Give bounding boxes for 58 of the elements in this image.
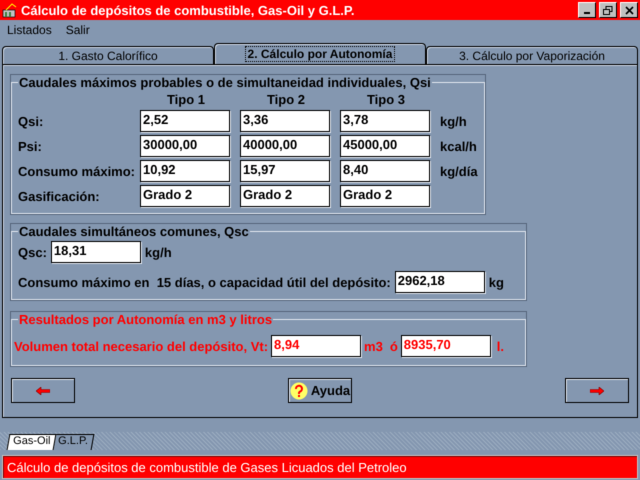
left-arrow-icon [36, 386, 50, 394]
forward-button[interactable] [565, 378, 629, 403]
minimize-button[interactable] [578, 2, 596, 18]
input-field[interactable]: 8,94 [271, 335, 362, 357]
row-label: Gasificación: [18, 188, 101, 204]
unit-label: kcal/h [440, 138, 478, 154]
menu-item[interactable]: Salir [66, 23, 90, 37]
close-button[interactable] [620, 2, 638, 18]
unit-label: kg/día [440, 164, 478, 178]
unit-label: kg/h [440, 114, 468, 128]
menu-item[interactable]: Listados [7, 23, 52, 37]
group-title: Resultados por Autonomía en m3 y litros [18, 312, 274, 327]
group-title: Caudales simultáneos comunes, Qsc [18, 224, 250, 239]
input-field[interactable]: 30000,00 [140, 135, 230, 157]
row-label: Qsi: [18, 114, 44, 128]
column-header: Tipo 3 [366, 92, 406, 107]
restore-icon [603, 6, 613, 14]
input-field[interactable]: 10,92 [140, 160, 230, 182]
sheet-tab[interactable]: Gas-Oil [6, 434, 57, 450]
input-field[interactable]: 45000,00 [340, 135, 430, 157]
field-label: Volumen total necesario del depósito, Vt: [14, 338, 268, 354]
column-header: Tipo 2 [266, 92, 306, 107]
input-field[interactable]: 15,97 [240, 160, 330, 182]
row-label: Consumo máximo: [18, 164, 136, 178]
sheet-tab[interactable]: G.L.P. [52, 434, 94, 450]
right-arrow-icon [590, 386, 604, 394]
unit-label: l. [496, 338, 504, 354]
input-field[interactable]: Grado 2 [240, 185, 330, 207]
help-icon [290, 382, 308, 400]
field-label: Qsc: [18, 244, 47, 260]
window-title: Cálculo de depósitos de combustible, Gas-Oil y G.L.P. [21, 2, 356, 18]
input-field[interactable]: 8935,70 [400, 335, 491, 357]
input-field[interactable]: Grado 2 [140, 185, 230, 207]
unit-label: kg/h [144, 244, 172, 260]
input-field[interactable]: 40000,00 [240, 135, 330, 157]
input-field[interactable]: 18,31 [50, 241, 141, 263]
unit-label: kg [488, 274, 504, 290]
input-field[interactable]: 8,40 [340, 160, 430, 182]
row-label: Psi: [18, 138, 43, 154]
input-field[interactable]: 3,78 [340, 110, 430, 132]
input-field[interactable]: 2962,18 [394, 271, 485, 293]
tab[interactable]: 3. Cálculo por Vaporización [426, 46, 638, 64]
help-button[interactable]: Ayuda [288, 378, 352, 403]
field-label: Consumo máximo en 15 días, o capacidad útil del depósito: [18, 274, 391, 290]
app-icon [2, 2, 18, 18]
input-field[interactable]: 3,36 [240, 110, 330, 132]
restore-button[interactable] [599, 2, 617, 18]
tab[interactable]: 1. Gasto Calorífico [2, 46, 214, 64]
separator-text: ó [390, 338, 398, 354]
close-icon [624, 6, 634, 14]
tab[interactable]: 2. Cálculo por Autonomía [214, 43, 426, 64]
input-field[interactable]: 2,52 [140, 110, 230, 132]
back-button[interactable] [11, 378, 75, 403]
status-bar: Cálculo de depósitos de combustible de Gases Licuados del Petroleo [2, 455, 638, 479]
input-field[interactable]: Grado 2 [340, 185, 430, 207]
unit-label: m3 [364, 338, 383, 354]
column-header: Tipo 1 [166, 92, 206, 107]
group-title: Caudales máximos probables o de simultaneidad individuales, Qsi [18, 75, 432, 90]
